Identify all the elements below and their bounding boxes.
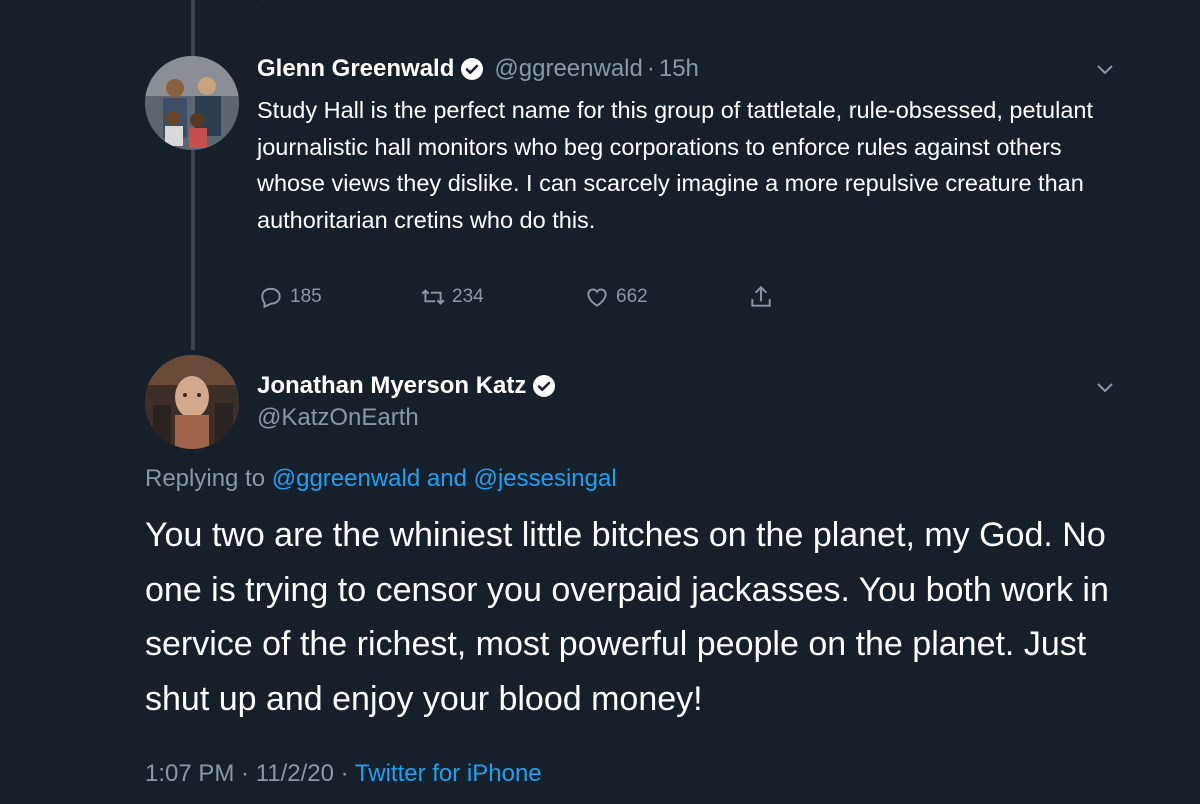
previous-share-button[interactable] [748,0,772,2]
previous-retweet-button[interactable]: 44 [422,0,474,2]
verified-icon [533,375,556,397]
tweet1-header: Glenn Greenwald @ggreenwald · 15h [257,55,699,83]
tweet1-text: Study Hall is the perfect name for this … [257,97,1094,233]
chevron-down-icon[interactable] [1094,58,1116,80]
tweet1-author-name[interactable]: Glenn Greenwald [257,55,454,83]
tweet2-source-link[interactable]: Twitter for iPhone [355,760,542,787]
tweet1-separator: · [646,55,655,82]
verified-icon [461,58,484,80]
tweet1-share-button[interactable] [748,284,774,310]
tweet2-header: Jonathan Myerson Katz [257,372,556,400]
tweet1-time[interactable]: 15h [659,55,699,83]
replying-users-link[interactable]: @ggreenwald and @jessesingal [272,465,617,492]
jonathan-katz-avatar[interactable] [145,355,239,449]
reply-icon [263,0,264,1]
retweet-icon [422,0,446,2]
like-icon [584,0,608,2]
tweet1-like-button[interactable]: 662 [584,284,648,310]
share-icon [751,285,771,307]
tweet1-handle[interactable]: @ggreenwald [494,55,642,83]
like-icon [587,288,607,307]
glenn-greenwald-avatar[interactable] [145,56,239,150]
tweet1-retweet-button[interactable]: 234 [420,284,484,310]
reply-icon [261,287,281,309]
tweet2-text: You two are the whiniest little bitches … [145,516,1109,718]
portrait-image [145,355,239,449]
replying-prefix: Replying to [145,465,266,492]
tweet2-handle[interactable]: @KatzOnEarth [257,404,419,432]
tweet1-actions: 185 234 662 [0,284,1200,314]
previous-reply-button[interactable]: 24 [258,0,310,2]
tweet2-author-name[interactable]: Jonathan Myerson Katz [257,372,526,400]
previous-tweet-actions: 24 44 310 [0,0,1200,18]
tweet1-reply-count: 185 [290,286,322,307]
previous-like-count: 310 [614,0,647,2]
tweet1-retweet-count: 234 [452,286,484,307]
share-icon [748,0,772,2]
group-photo-image [145,56,239,150]
tweet2-timestamp[interactable]: 1:07 PM · 11/2/20 · [145,760,349,787]
tweet1-like-count: 662 [616,286,648,307]
previous-like-button[interactable]: 310 [584,0,647,2]
retweet-icon [421,289,445,305]
tweet2-footer: 1:07 PM · 11/2/20 · Twitter for iPhone [145,760,542,788]
replying-to: Replying to @ggreenwald and @jessesingal [145,465,617,493]
chevron-down-icon[interactable] [1094,376,1116,398]
tweet1-reply-button[interactable]: 185 [258,284,322,310]
previous-reply-count: 24 [288,0,310,2]
previous-retweet-count: 44 [452,0,474,2]
